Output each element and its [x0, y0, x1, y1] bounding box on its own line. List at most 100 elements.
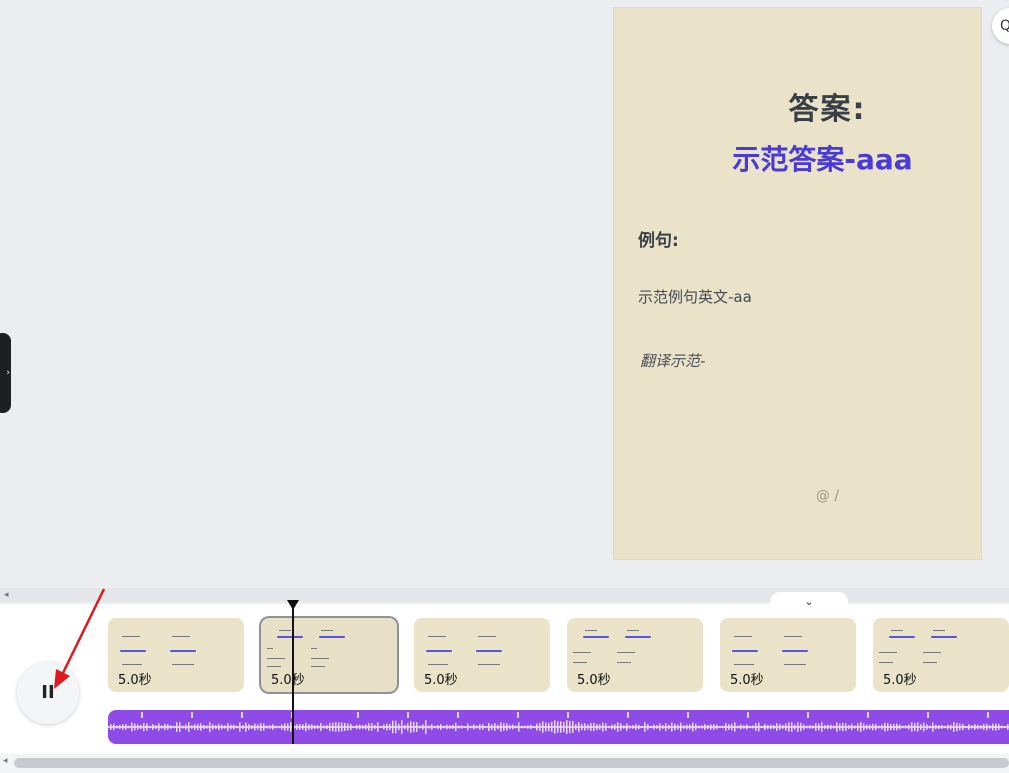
clip-thumb-line [428, 636, 446, 637]
waveform-bar [497, 724, 499, 730]
waveform-bar [374, 724, 376, 730]
waveform-bar [359, 724, 361, 730]
scrollbar-thumb[interactable] [14, 758, 1009, 768]
waveform-bar [419, 725, 421, 729]
waveform-bar [287, 723, 289, 731]
clip-thumb-line [122, 636, 140, 637]
waveform-bar [203, 724, 205, 730]
waveform-bar [458, 725, 460, 729]
waveform-bar [875, 723, 877, 731]
waveform-bar [575, 724, 577, 730]
example-label: 例句: [638, 231, 679, 251]
side-panel-toggle[interactable]: › [0, 333, 11, 413]
waveform-bar [404, 724, 406, 730]
waveform-bar [476, 725, 478, 729]
waveform-bar [440, 724, 442, 730]
waveform-bar [437, 724, 439, 730]
waveform-bar [986, 723, 988, 731]
waveform-bar [653, 724, 655, 730]
waveform-bar [347, 723, 349, 731]
waveform-bar [869, 724, 871, 730]
playhead[interactable] [292, 604, 294, 744]
waveform-bar [683, 725, 685, 729]
waveform-bar [431, 724, 433, 730]
waveform-bar [563, 721, 565, 733]
waveform-bar [314, 724, 316, 730]
timeline-clip-selected[interactable]: 5.0秒 [261, 618, 397, 692]
clip-duration: 5.0秒 [424, 673, 458, 688]
timeline-scrollbar[interactable]: ◂ [0, 754, 1009, 773]
waveform-bar [446, 724, 448, 730]
waveform-bar [509, 724, 511, 730]
clip-thumb-line [172, 636, 190, 637]
waveform-bar [146, 723, 148, 731]
waveform-bar [698, 725, 700, 729]
waveform-bar [998, 724, 1000, 730]
waveform-bar [839, 723, 841, 731]
waveform-bar [317, 725, 319, 729]
waveform-bar [992, 723, 994, 731]
design-page[interactable]: 答案: 示范答案-aaa 例句: 示范例句英文-aa 翻译示范- @ / [614, 8, 981, 559]
waveform-bar [755, 723, 757, 731]
waveform-bar [665, 723, 667, 731]
clip-thumb-line [617, 652, 635, 653]
waveform-bar [194, 724, 196, 730]
timeline-clip[interactable]: 5.0秒 [108, 618, 244, 692]
waveform-bar [752, 725, 754, 729]
clip-thumb-line [933, 630, 945, 631]
waveform-bar [707, 724, 709, 730]
waveform-bar [917, 722, 919, 732]
collapse-timeline-button[interactable]: ⌄ [770, 592, 848, 610]
waveform-bar [842, 722, 844, 732]
waveform-bar [932, 722, 934, 732]
waveform-bar [140, 724, 142, 730]
clip-thumb-line [267, 666, 281, 667]
waveform-bar [485, 725, 487, 729]
waveform-bar [491, 724, 493, 730]
clip-thumb-line [311, 666, 325, 667]
waveform-bar [254, 723, 256, 731]
waveform-bar [974, 724, 976, 730]
waveform-bar [227, 722, 229, 732]
waveform-bar [239, 722, 241, 732]
waveform-bar [143, 722, 145, 732]
waveform-bar [701, 725, 703, 729]
timeline-clip[interactable]: 5.0秒 [414, 618, 550, 692]
timeline-clip[interactable]: 5.0秒 [720, 618, 856, 692]
waveform-bar [461, 725, 463, 729]
waveform-bar [152, 724, 154, 730]
waveform-bar [1001, 725, 1003, 729]
waveform-bar [236, 725, 238, 729]
scroll-left-icon[interactable]: ◂ [3, 756, 8, 766]
waveform-bar [578, 722, 580, 732]
zoom-button[interactable]: Q [992, 8, 1009, 44]
waveform-bar [305, 722, 307, 732]
waveform-bar [284, 723, 286, 731]
scroll-left-icon[interactable]: ◂ [4, 588, 9, 602]
waveform-bar [638, 724, 640, 730]
waveform-bar [560, 721, 562, 733]
waveform-bar [428, 725, 430, 729]
waveform-bar [887, 723, 889, 731]
waveform-bar [611, 724, 613, 730]
waveform-bar [335, 722, 337, 732]
waveform-bar [551, 721, 553, 733]
waveform-bar [965, 725, 967, 729]
waveform-bar [722, 725, 724, 729]
audio-track[interactable] [108, 710, 1009, 744]
waveform-bar [899, 724, 901, 730]
waveform-bar [959, 723, 961, 731]
waveform-bar [473, 724, 475, 730]
timeline-clip[interactable]: 5.0秒 [567, 618, 703, 692]
waveform-bar [416, 722, 418, 732]
waveform-bar [860, 722, 862, 732]
clip-thumb-bar [170, 650, 196, 652]
timeline-clip[interactable]: 5.0秒 [873, 618, 1009, 692]
waveform-bar [776, 723, 778, 731]
clip-thumb-bar [782, 650, 808, 652]
waveform-bar [596, 723, 598, 731]
waveform-bar [224, 725, 226, 729]
waveform-bar [161, 725, 163, 729]
waveform-bar [230, 724, 232, 730]
canvas-scrollbar[interactable]: ◂ [0, 588, 1009, 602]
